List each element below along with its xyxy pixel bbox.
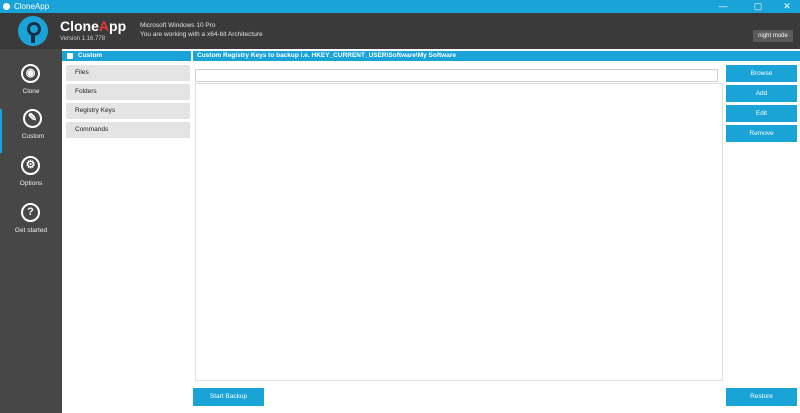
custom-panel-title: Custom bbox=[78, 52, 103, 59]
app-header: CloneApp Version 1.16.778 Microsoft Wind… bbox=[0, 13, 800, 49]
browse-button[interactable]: Browse bbox=[726, 65, 797, 82]
os-info: Microsoft Windows 10 Pro bbox=[140, 22, 216, 29]
brand-accent: A bbox=[98, 18, 110, 34]
sidebar-nav: ◉ Clone ✎ Custom ⚙ Options ? Get started bbox=[0, 49, 62, 413]
content-header: Custom Registry Keys to backup i.e. HKEY… bbox=[193, 51, 800, 61]
night-mode-button[interactable]: night mode bbox=[753, 30, 793, 42]
edit-button[interactable]: Edit bbox=[726, 105, 797, 122]
sidebar-item-label: Get started bbox=[14, 227, 48, 234]
sidebar-item-clone[interactable]: ◉ Clone bbox=[0, 64, 62, 108]
registry-path-input[interactable] bbox=[195, 69, 718, 82]
add-button[interactable]: Add bbox=[726, 85, 797, 102]
version-label: Version 1.16.778 bbox=[60, 36, 106, 42]
question-icon: ? bbox=[21, 203, 40, 222]
custom-panel-header: Custom bbox=[62, 51, 191, 61]
app-icon bbox=[3, 3, 10, 10]
title-bar: CloneApp — ▢ ✕ bbox=[0, 0, 800, 13]
clone-icon: ◉ bbox=[21, 64, 40, 83]
minimize-button[interactable]: — bbox=[708, 0, 738, 13]
sidebar-item-label: Custom bbox=[21, 133, 45, 140]
gear-icon: ⚙ bbox=[21, 156, 40, 175]
category-item-commands[interactable]: Commands bbox=[66, 122, 190, 138]
registry-keys-list[interactable] bbox=[195, 83, 723, 381]
brand-name: CloneApp bbox=[60, 18, 126, 34]
category-item-files[interactable]: Files bbox=[66, 65, 190, 81]
sidebar-item-label: Clone bbox=[22, 88, 40, 95]
brand-main: Clone bbox=[60, 18, 99, 34]
category-item-folders[interactable]: Folders bbox=[66, 84, 190, 100]
logo-stem bbox=[31, 33, 35, 43]
start-backup-button[interactable]: Start Backup bbox=[193, 388, 264, 406]
cloneapp-logo-icon bbox=[18, 16, 48, 46]
custom-icon: ✎ bbox=[23, 109, 42, 128]
maximize-button[interactable]: ▢ bbox=[743, 0, 773, 13]
expand-icon[interactable] bbox=[67, 53, 73, 59]
restore-button[interactable]: Restore bbox=[726, 388, 797, 406]
sidebar-item-options[interactable]: ⚙ Options bbox=[0, 156, 62, 200]
close-button[interactable]: ✕ bbox=[772, 0, 800, 13]
category-item-registry-keys[interactable]: Registry Keys bbox=[66, 103, 190, 119]
remove-button[interactable]: Remove bbox=[726, 125, 797, 142]
architecture-info: You are working with a x64-bit Architect… bbox=[140, 31, 263, 38]
window-title: CloneApp bbox=[14, 2, 50, 11]
sidebar-item-custom[interactable]: ✎ Custom bbox=[0, 109, 62, 153]
sidebar-item-get-started[interactable]: ? Get started bbox=[0, 203, 62, 247]
brand-rest: pp bbox=[109, 18, 127, 34]
sidebar-item-label: Options bbox=[19, 180, 43, 187]
custom-category-panel: Custom Files Folders Registry Keys Comma… bbox=[62, 49, 191, 413]
